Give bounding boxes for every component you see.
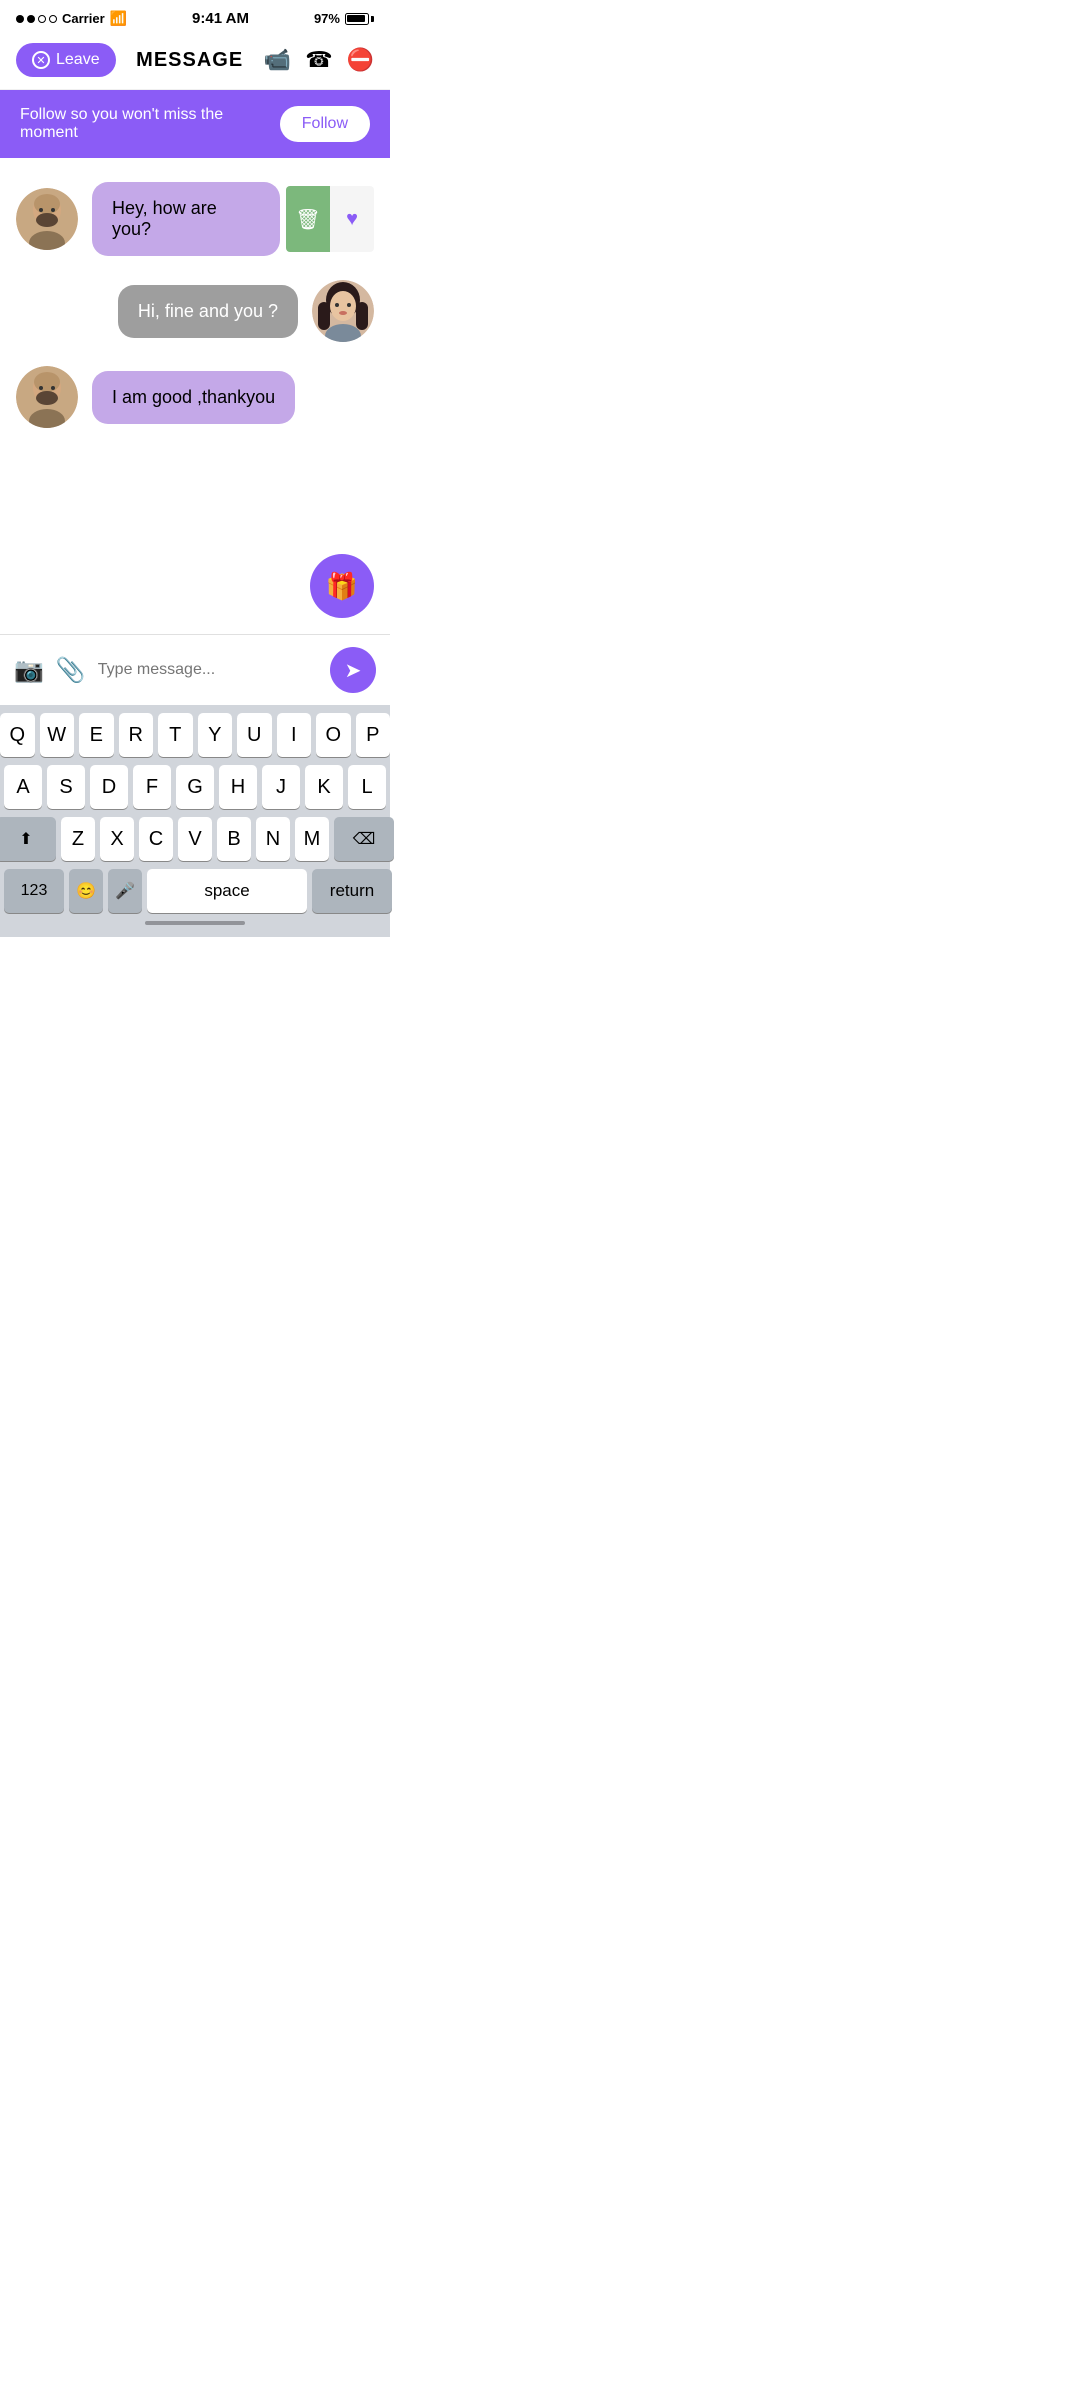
key-i[interactable]: I	[277, 713, 312, 757]
gift-area: 🎁	[0, 538, 390, 634]
signal-dot-3	[38, 15, 46, 23]
attachment-icon[interactable]: 📎	[56, 656, 86, 685]
carrier-label: Carrier	[62, 11, 105, 26]
leave-button[interactable]: ✕ Leave	[16, 43, 116, 77]
camera-icon[interactable]: 📷	[14, 656, 44, 685]
message-row: Hi, fine and you ?	[16, 280, 374, 342]
send-icon: ➤	[345, 658, 362, 683]
key-r[interactable]: R	[119, 713, 154, 757]
key-v[interactable]: V	[178, 817, 212, 861]
key-k[interactable]: K	[305, 765, 343, 809]
battery-icon	[345, 13, 374, 25]
key-x[interactable]: X	[100, 817, 134, 861]
key-q[interactable]: Q	[0, 713, 35, 757]
header: ✕ Leave MESSAGE 📹 ☎ ⛔	[0, 33, 390, 90]
bubble-actions-1: 🗑 ♥	[286, 186, 374, 252]
message-row: Hey, how are you? 🗑 ♥	[16, 182, 374, 256]
key-a[interactable]: A	[4, 765, 42, 809]
block-icon[interactable]: ⛔	[347, 47, 374, 73]
delete-button[interactable]: 🗑	[286, 186, 330, 252]
message-bubble-2: Hi, fine and you ?	[118, 285, 298, 338]
phone-icon[interactable]: ☎	[305, 47, 332, 73]
key-p[interactable]: P	[356, 713, 391, 757]
keyboard-row-2: A S D F G H J K L	[0, 765, 390, 809]
follow-banner-text: Follow so you won't miss the moment	[20, 106, 280, 142]
key-o[interactable]: O	[316, 713, 351, 757]
key-m[interactable]: M	[295, 817, 329, 861]
key-emoji[interactable]: 😊	[69, 869, 103, 913]
follow-button[interactable]: Follow	[280, 106, 370, 142]
key-z[interactable]: Z	[61, 817, 95, 861]
key-w[interactable]: W	[40, 713, 75, 757]
key-h[interactable]: H	[219, 765, 257, 809]
wifi-icon: 📶	[110, 10, 127, 27]
battery-percent: 97%	[314, 11, 340, 26]
message-bubble-3: I am good ,thankyou	[92, 371, 295, 424]
status-right: 97%	[314, 11, 374, 26]
key-u[interactable]: U	[237, 713, 272, 757]
key-e[interactable]: E	[79, 713, 114, 757]
avatar-female	[312, 280, 374, 342]
status-left: Carrier 📶	[16, 10, 127, 27]
avatar-male-2	[16, 366, 78, 428]
key-c[interactable]: C	[139, 817, 173, 861]
video-icon[interactable]: 📹	[264, 47, 291, 73]
signal-dot-2	[27, 15, 35, 23]
key-backspace[interactable]: ⌫	[334, 817, 394, 861]
message-row: I am good ,thankyou	[16, 366, 374, 428]
keyboard-bottom-row: 123 😊 🎤 space return	[0, 869, 390, 913]
home-indicator	[0, 913, 390, 933]
key-g[interactable]: G	[176, 765, 214, 809]
gift-button[interactable]: 🎁	[310, 554, 374, 618]
signal-dot-4	[49, 15, 57, 23]
message-bubble-1: Hey, how are you?	[92, 182, 280, 256]
key-d[interactable]: D	[90, 765, 128, 809]
key-shift[interactable]: ⬆	[0, 817, 56, 861]
x-icon: ✕	[32, 51, 50, 69]
home-bar	[145, 921, 245, 925]
key-microphone[interactable]: 🎤	[108, 869, 142, 913]
signal-dots	[16, 15, 57, 23]
key-n[interactable]: N	[256, 817, 290, 861]
status-bar: Carrier 📶 9:41 AM 97%	[0, 0, 390, 33]
keyboard: Q W E R T Y U I O P A S D F G H J K L ⬆ …	[0, 705, 390, 937]
key-b[interactable]: B	[217, 817, 251, 861]
status-time: 9:41 AM	[192, 10, 249, 27]
keyboard-row-3: ⬆ Z X C V B N M ⌫	[0, 817, 390, 861]
key-j[interactable]: J	[262, 765, 300, 809]
follow-banner: Follow so you won't miss the moment Foll…	[0, 90, 390, 158]
avatar-male-1	[16, 188, 78, 250]
input-bar: 📷 📎 ➤	[0, 634, 390, 705]
header-icons: 📹 ☎ ⛔	[264, 47, 374, 73]
key-return[interactable]: return	[312, 869, 392, 913]
message-input[interactable]	[98, 661, 318, 679]
key-123[interactable]: 123	[4, 869, 64, 913]
keyboard-row-1: Q W E R T Y U I O P	[0, 713, 390, 757]
key-l[interactable]: L	[348, 765, 386, 809]
heart-button[interactable]: ♥	[330, 186, 374, 252]
key-space[interactable]: space	[147, 869, 307, 913]
key-f[interactable]: F	[133, 765, 171, 809]
signal-dot-1	[16, 15, 24, 23]
page-title: MESSAGE	[136, 49, 243, 72]
key-y[interactable]: Y	[198, 713, 233, 757]
messages-area: Hey, how are you? 🗑 ♥ Hi, fine and you ?	[0, 158, 390, 538]
key-t[interactable]: T	[158, 713, 193, 757]
send-button[interactable]: ➤	[330, 647, 376, 693]
leave-label: Leave	[56, 51, 100, 69]
key-s[interactable]: S	[47, 765, 85, 809]
